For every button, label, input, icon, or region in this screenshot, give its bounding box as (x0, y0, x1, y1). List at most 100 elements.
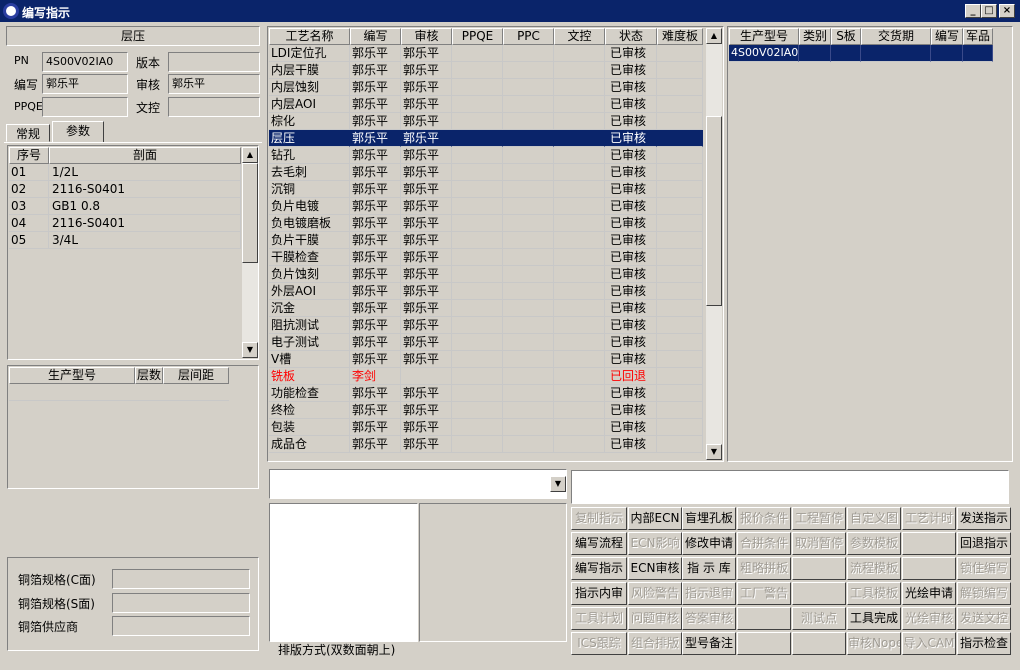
button-1-5[interactable]: 参数模板 (847, 532, 901, 555)
button-1-0[interactable]: 编写流程 (571, 532, 627, 555)
button-1-3[interactable]: 合拼条件 (737, 532, 791, 555)
table-row[interactable]: 内层干膜 郭乐平 郭乐平 已审核 (269, 62, 703, 79)
process-header-writer[interactable]: 编写 (350, 28, 401, 45)
scroll-down-icon[interactable]: ▼ (242, 342, 258, 358)
button-2-3[interactable]: 粗略拼板 (737, 557, 791, 580)
button-2-1[interactable]: ECN审核 (628, 557, 682, 580)
process-header-hard[interactable]: 难度板 (657, 28, 703, 45)
table-row[interactable]: 功能检查 郭乐平 郭乐平 已审核 (269, 385, 703, 402)
pn-field[interactable]: 4S00V02IA0 (42, 52, 128, 72)
table-row[interactable]: V槽 郭乐平 郭乐平 已审核 (269, 351, 703, 368)
profile-row[interactable]: 04 2116-S0401 (9, 215, 241, 232)
button-5-7[interactable]: 指示检查 (957, 632, 1011, 655)
table-row[interactable]: 棕化 郭乐平 郭乐平 已审核 (269, 113, 703, 130)
table-row[interactable]: 负电镀磨板 郭乐平 郭乐平 已审核 (269, 215, 703, 232)
profile-row[interactable]: 01 1/2L (9, 164, 241, 181)
button-4-5[interactable]: 工具完成 (847, 607, 901, 630)
button-5-5[interactable]: 审核Nope (847, 632, 901, 655)
process-header-name[interactable]: 工艺名称 (269, 28, 350, 45)
empty-button[interactable] (902, 532, 956, 555)
model-row[interactable]: 4S00V02IA0 (729, 45, 993, 62)
empty-button[interactable] (792, 582, 846, 605)
scroll-thumb[interactable] (706, 116, 722, 306)
table-row[interactable]: 终检 郭乐平 郭乐平 已审核 (269, 402, 703, 419)
button-4-7[interactable]: 发送文控 (957, 607, 1011, 630)
model-header-delivery[interactable]: 交货期 (861, 28, 931, 45)
combo-box[interactable]: ▼ (269, 469, 567, 499)
copper-c-field[interactable] (112, 569, 250, 589)
table-row[interactable]: 干膜检查 郭乐平 郭乐平 已审核 (269, 249, 703, 266)
process-header-status[interactable]: 状态 (605, 28, 657, 45)
model-header-model[interactable]: 生产型号 (729, 28, 799, 45)
text-area-left[interactable] (269, 503, 418, 642)
scroll-up-icon[interactable]: ▲ (242, 147, 258, 163)
model-header-sboard[interactable]: S板 (831, 28, 861, 45)
button-3-1[interactable]: 风险警告 (628, 582, 682, 605)
text-area-right[interactable] (419, 503, 567, 642)
button-5-1[interactable]: 组合排版 (628, 632, 682, 655)
empty-button[interactable] (792, 632, 846, 655)
process-header-ppc[interactable]: PPC (503, 28, 554, 45)
button-3-2[interactable]: 指示退审 (682, 582, 736, 605)
process-header-reviewer[interactable]: 审核 (401, 28, 452, 45)
chevron-down-icon[interactable]: ▼ (550, 476, 566, 492)
button-3-7[interactable]: 解锁编写 (957, 582, 1011, 605)
process-header-doc[interactable]: 文控 (554, 28, 605, 45)
button-2-7[interactable]: 锁住编写 (957, 557, 1011, 580)
tab-general[interactable]: 常规 (6, 124, 50, 142)
empty-button[interactable] (902, 557, 956, 580)
button-2-2[interactable]: 指 示 库 (682, 557, 736, 580)
button-4-0[interactable]: 工具计划 (571, 607, 627, 630)
table-row[interactable]: 层压 郭乐平 郭乐平 已审核 (269, 130, 703, 147)
button-0-1[interactable]: 内部ECN (628, 507, 682, 530)
table-row[interactable]: 去毛刺 郭乐平 郭乐平 已审核 (269, 164, 703, 181)
button-0-6[interactable]: 工艺计时 (902, 507, 956, 530)
copper-supplier-field[interactable] (112, 616, 250, 636)
model-header-category[interactable]: 类别 (799, 28, 831, 45)
minimize-button[interactable]: _ (965, 4, 981, 18)
button-1-7[interactable]: 回退指示 (957, 532, 1011, 555)
profile-row[interactable]: 05 3/4L (9, 232, 241, 249)
empty-button[interactable] (737, 607, 791, 630)
button-2-0[interactable]: 编写指示 (571, 557, 627, 580)
button-1-1[interactable]: ECN影响 (628, 532, 682, 555)
scroll-thumb[interactable] (242, 163, 258, 263)
profile-row[interactable]: 03 GB1 0.8 (9, 198, 241, 215)
button-5-2[interactable]: 型号备注 (682, 632, 736, 655)
button-0-2[interactable]: 盲埋孔板 (682, 507, 736, 530)
button-1-2[interactable]: 修改申请 (682, 532, 736, 555)
maximize-button[interactable]: □ (981, 4, 997, 18)
button-0-5[interactable]: 自定义图 (847, 507, 901, 530)
close-button[interactable]: × (999, 4, 1015, 18)
doccontrol-field[interactable] (168, 97, 260, 117)
button-0-4[interactable]: 工程暂停 (792, 507, 846, 530)
empty-button[interactable] (792, 557, 846, 580)
copper-s-field[interactable] (112, 593, 250, 613)
scroll-down-icon[interactable]: ▼ (706, 444, 722, 460)
table-row[interactable]: LDI定位孔 郭乐平 郭乐平 已审核 (269, 45, 703, 62)
button-5-0[interactable]: ICS跟踪 (571, 632, 627, 655)
button-5-6[interactable]: 导入CAM (902, 632, 956, 655)
tab-parameters[interactable]: 参数 (52, 121, 104, 143)
table-row[interactable]: 外层AOI 郭乐平 郭乐平 已审核 (269, 283, 703, 300)
table-row[interactable]: 内层AOI 郭乐平 郭乐平 已审核 (269, 96, 703, 113)
table-row[interactable]: 钻孔 郭乐平 郭乐平 已审核 (269, 147, 703, 164)
process-header-ppqe[interactable]: PPQE (452, 28, 503, 45)
button-4-1[interactable]: 问题审核 (628, 607, 682, 630)
table-row[interactable]: 沉铜 郭乐平 郭乐平 已审核 (269, 181, 703, 198)
process-scrollbar[interactable]: ▲ ▼ (706, 28, 722, 460)
button-4-4[interactable]: 测试点 (792, 607, 846, 630)
empty-button[interactable] (737, 632, 791, 655)
button-2-5[interactable]: 流程模板 (847, 557, 901, 580)
reviewer-field[interactable]: 郭乐平 (168, 74, 260, 94)
writer-field[interactable]: 郭乐平 (42, 74, 128, 94)
version-field[interactable] (168, 52, 260, 72)
profile-row[interactable]: 02 2116-S0401 (9, 181, 241, 198)
button-1-4[interactable]: 取消暂停 (792, 532, 846, 555)
scroll-up-icon[interactable]: ▲ (706, 28, 722, 44)
button-3-6[interactable]: 光绘申请 (902, 582, 956, 605)
button-4-2[interactable]: 答案审核 (682, 607, 736, 630)
table-row[interactable]: 阻抗测试 郭乐平 郭乐平 已审核 (269, 317, 703, 334)
button-3-0[interactable]: 指示内审 (571, 582, 627, 605)
table-row[interactable]: 内层蚀刻 郭乐平 郭乐平 已审核 (269, 79, 703, 96)
